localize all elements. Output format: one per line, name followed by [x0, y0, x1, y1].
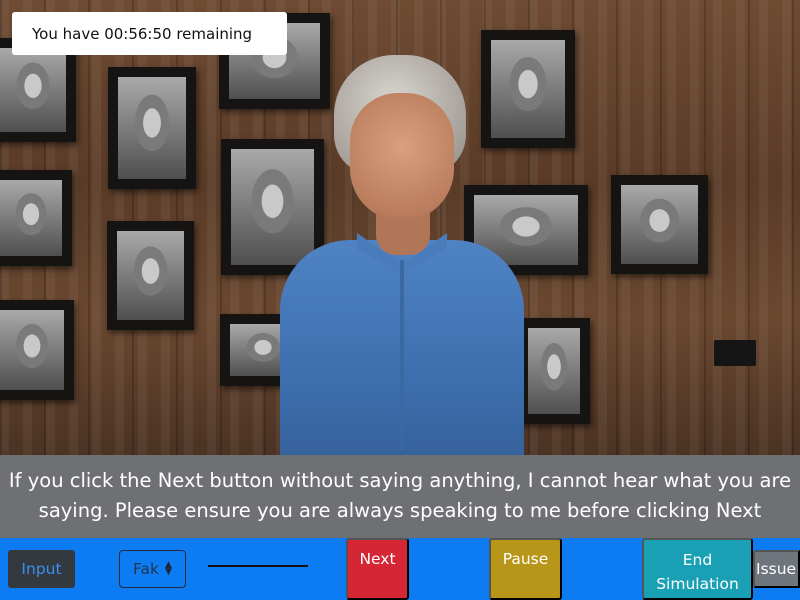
simulation-scene [0, 0, 800, 455]
next-button[interactable]: Next [346, 538, 409, 600]
photo-frame [107, 221, 194, 330]
time-remaining-box: You have 00:56:50 remaining [12, 12, 287, 55]
issue-button-label: Issue [756, 560, 797, 578]
input-mode-select[interactable]: Fak ▲ ▼ [119, 550, 186, 588]
avatar-character [262, 55, 542, 455]
photo-frame [611, 175, 708, 274]
volume-level-line[interactable] [208, 565, 308, 567]
time-remaining-text: You have 00:56:50 remaining [32, 24, 253, 43]
end-simulation-button[interactable]: End Simulation [642, 538, 753, 600]
input-button[interactable]: Input [8, 550, 75, 588]
pause-button-label: Pause [502, 550, 549, 568]
caption-text: If you click the Next button without say… [8, 469, 792, 522]
pause-button[interactable]: Pause [489, 538, 562, 600]
chevron-up-down-icon: ▲ ▼ [164, 560, 172, 577]
photo-frame [0, 300, 74, 400]
next-button-label: Next [359, 550, 396, 568]
wall-outlet [714, 340, 756, 366]
end-button-label-line1: End [682, 551, 713, 569]
photo-frame [0, 170, 72, 266]
avatar-shirt-placket [400, 260, 404, 450]
avatar-face [350, 93, 454, 221]
select-value: Fak [133, 560, 159, 578]
input-button-label: Input [21, 560, 62, 578]
end-button-label-line2: Simulation [656, 575, 739, 593]
dialogue-caption: If you click the Next button without say… [0, 455, 800, 538]
photo-frame [108, 67, 196, 189]
report-issue-button[interactable]: Issue [753, 550, 800, 588]
control-toolbar: Input Fak ▲ ▼ Next Pause End Simulation I… [0, 538, 800, 600]
